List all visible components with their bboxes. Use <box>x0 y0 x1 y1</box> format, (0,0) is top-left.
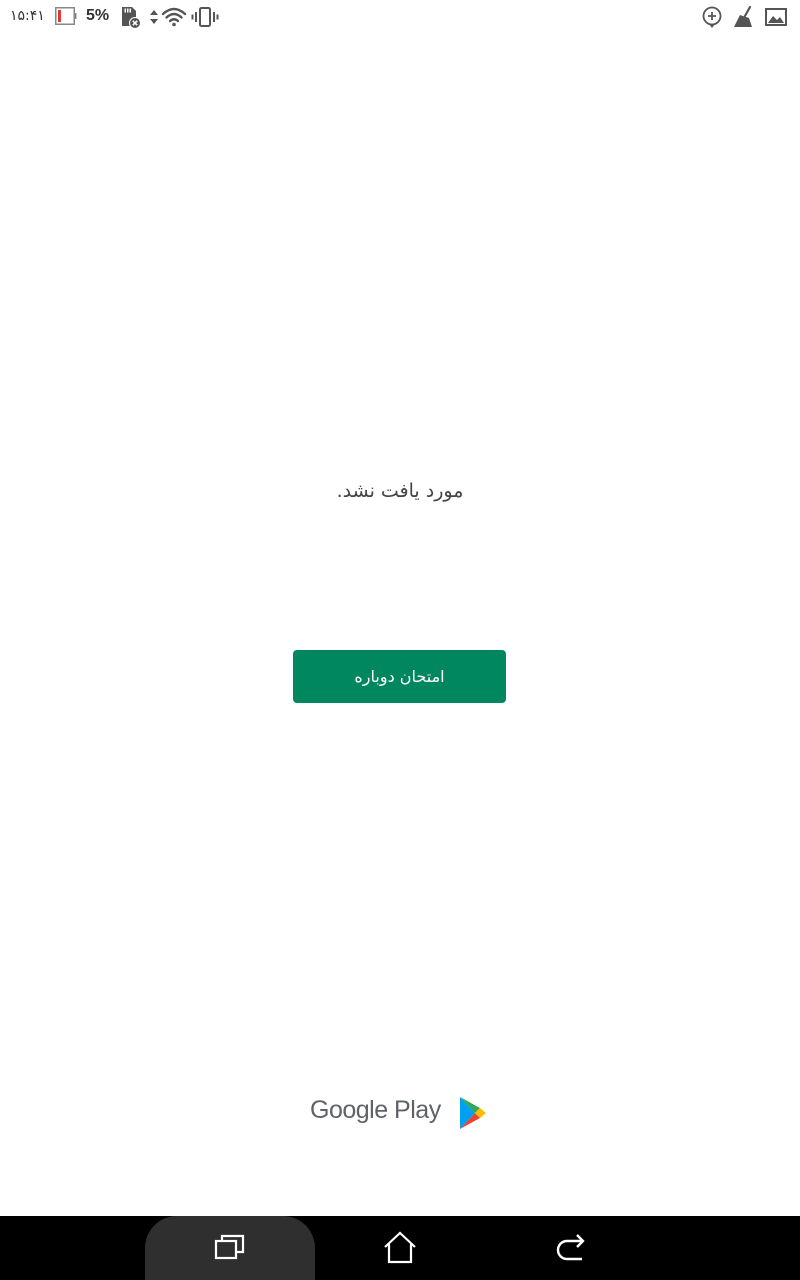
not-found-message: مورد یافت نشد. <box>336 480 464 502</box>
data-arrows-icon <box>150 10 158 24</box>
navigation-bar <box>0 1216 800 1280</box>
google-play-text: Google Play <box>310 1096 441 1124</box>
play-triangle-icon <box>460 1097 486 1129</box>
battery-icon <box>55 7 77 25</box>
wifi-icon <box>161 7 187 27</box>
battery-percentage: 5% <box>86 7 110 24</box>
home-icon[interactable] <box>382 1230 418 1266</box>
google-play-logo: Google Play <box>310 1094 490 1134</box>
image-icon <box>765 8 787 26</box>
retry-button[interactable]: امتحان دوباره <box>293 650 506 703</box>
status-time: ۱۵:۴۱ <box>10 8 45 24</box>
sd-card-error-icon <box>122 7 141 29</box>
back-icon[interactable] <box>552 1230 588 1266</box>
cleaner-icon <box>734 5 752 27</box>
status-bar: ۱۵:۴۱ 5% <box>0 0 800 34</box>
recents-icon[interactable] <box>212 1230 248 1266</box>
vibrate-icon <box>191 7 219 27</box>
location-pin-icon <box>702 6 722 28</box>
